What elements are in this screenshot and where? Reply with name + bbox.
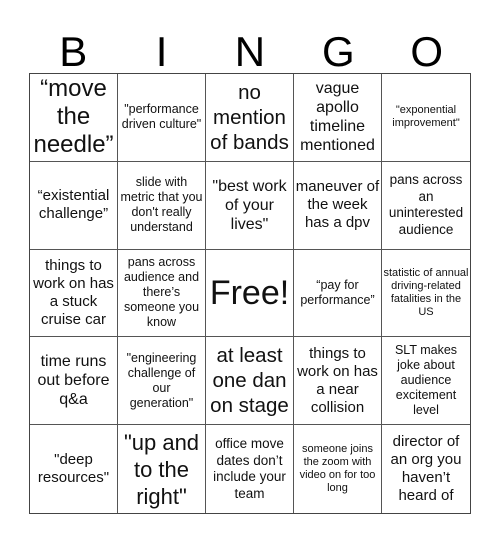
bingo-cell[interactable]: SLT makes joke about audience excitement… — [382, 337, 470, 426]
bingo-cell[interactable]: “move the needle” — [30, 74, 118, 162]
bingo-cell[interactable]: “existential challenge” — [30, 161, 118, 250]
header-letter-i: I — [155, 28, 168, 75]
header-letter-g: G — [322, 28, 355, 75]
bingo-cell[interactable]: pans across audience and there’s someone… — [118, 249, 206, 338]
header-letter-n: N — [234, 28, 266, 75]
bingo-cell[interactable]: vague apollo timeline mentioned — [294, 74, 382, 162]
bingo-cell[interactable]: "performance driven culture" — [118, 74, 206, 162]
bingo-cell[interactable]: someone joins the zoom with video on for… — [294, 425, 382, 513]
bingo-cell[interactable]: "up and to the right" — [118, 425, 206, 513]
bingo-cell[interactable]: "best work of your lives" — [206, 161, 294, 250]
bingo-cell[interactable]: time runs out before q&a — [30, 337, 118, 426]
bingo-cell[interactable]: pans across an uninterested audience — [382, 162, 470, 250]
bingo-cell[interactable]: no mention of bands — [206, 74, 294, 162]
bingo-cell[interactable]: director of an org you haven’t heard of — [382, 425, 470, 513]
header-letter-o: O — [410, 28, 444, 75]
bingo-cell[interactable]: at least one dan on stage — [206, 337, 294, 426]
bingo-cell[interactable]: “pay for performance” — [294, 249, 382, 338]
bingo-cell[interactable]: slide with metric that you don't really … — [118, 161, 206, 250]
bingo-cell[interactable]: office move dates don’t include your tea… — [206, 425, 294, 513]
bingo-cell[interactable]: "exponential improvement" — [382, 74, 470, 162]
bingo-cell[interactable]: things to work on has a near collision — [294, 337, 382, 426]
bingo-card-grid: “move the needle” "performance driven cu… — [29, 73, 471, 514]
bingo-header: B I N G O — [29, 30, 471, 74]
header-letter-b: B — [59, 28, 88, 75]
free-space-cell[interactable]: Free! — [206, 249, 294, 338]
bingo-cell[interactable]: "engineering challenge of our generation… — [118, 337, 206, 426]
bingo-cell[interactable]: "deep resources" — [30, 425, 118, 513]
bingo-cell[interactable]: things to work on has a stuck cruise car — [30, 249, 118, 338]
bingo-cell[interactable]: statistic of annual driving-related fata… — [382, 250, 470, 338]
bingo-cell[interactable]: maneuver of the week has a dpv — [294, 161, 382, 250]
